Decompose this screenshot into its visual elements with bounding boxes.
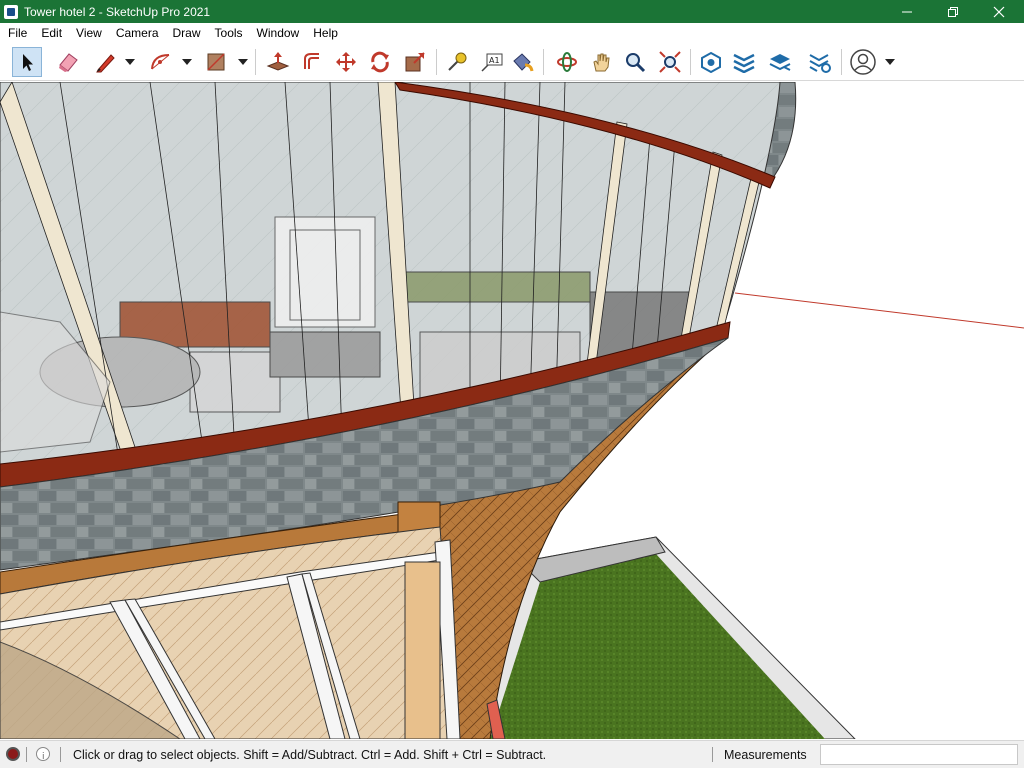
- menu-bar: File Edit View Camera Draw Tools Window …: [0, 23, 1024, 43]
- rotate-tool[interactable]: [365, 47, 395, 77]
- rectangle-tool-dropdown[interactable]: [238, 58, 248, 66]
- warehouse-button[interactable]: [696, 47, 726, 77]
- title-bar: Tower hotel 2 - SketchUp Pro 2021: [0, 0, 1024, 23]
- zoom-extents-tool[interactable]: [655, 47, 685, 77]
- menu-window[interactable]: Window: [250, 23, 307, 43]
- tape-measure-icon: [448, 52, 467, 71]
- arc-tool-dropdown[interactable]: [182, 58, 192, 66]
- paint-bucket-icon: [513, 53, 534, 72]
- account-button[interactable]: [848, 47, 878, 77]
- account-dropdown[interactable]: [885, 58, 895, 66]
- orbit-icon: [557, 52, 577, 72]
- status-hint: Click or drag to select objects. Shift =…: [73, 748, 547, 762]
- status-bar: i Click or drag to select objects. Shift…: [0, 740, 1024, 768]
- layout-button[interactable]: [765, 47, 795, 77]
- move-tool[interactable]: [331, 47, 361, 77]
- main-toolbar: A1: [0, 43, 1024, 81]
- menu-camera[interactable]: Camera: [109, 23, 166, 43]
- move-icon: [336, 52, 356, 72]
- pan-tool[interactable]: [586, 47, 616, 77]
- tape-measure-tool[interactable]: [442, 47, 472, 77]
- minimize-button[interactable]: [884, 0, 930, 23]
- window-title: Tower hotel 2 - SketchUp Pro 2021: [24, 4, 211, 19]
- info-icon[interactable]: i: [36, 747, 50, 762]
- status-divider: [60, 747, 61, 762]
- rectangle-tool[interactable]: [201, 47, 231, 77]
- caret-down-icon: [125, 59, 135, 65]
- status-divider: [26, 747, 27, 762]
- extension-manager-icon: [809, 54, 831, 73]
- rotate-icon: [371, 51, 389, 73]
- minimize-icon: [902, 11, 912, 12]
- red-axis-line: [734, 292, 1024, 329]
- extension-warehouse-icon: [733, 53, 755, 73]
- zoom-tool[interactable]: [620, 47, 650, 77]
- text-tool[interactable]: A1: [477, 47, 507, 77]
- push-pull-tool[interactable]: [263, 47, 293, 77]
- sketchup-app-icon: [4, 4, 18, 19]
- close-button[interactable]: [976, 0, 1022, 23]
- eraser-tool[interactable]: [53, 47, 83, 77]
- toolbar-separator: [841, 49, 842, 75]
- layout-icon: [769, 54, 791, 71]
- eraser-icon: [59, 53, 78, 72]
- svg-text:i: i: [42, 752, 45, 762]
- toolbar-separator: [255, 49, 256, 75]
- user-icon: [850, 49, 876, 75]
- garden-terrace: [479, 536, 856, 739]
- extension-manager-button[interactable]: [805, 47, 835, 77]
- model-scene[interactable]: [0, 82, 1024, 739]
- menu-tools[interactable]: Tools: [208, 23, 250, 43]
- hand-icon: [593, 53, 610, 72]
- arc-tool[interactable]: [146, 47, 176, 77]
- menu-file[interactable]: File: [0, 23, 34, 43]
- menu-help[interactable]: Help: [306, 23, 345, 43]
- pencil-icon: [96, 54, 115, 73]
- geo-location-icon[interactable]: [6, 747, 20, 761]
- paint-bucket-tool[interactable]: [508, 47, 538, 77]
- measurements-input[interactable]: [820, 744, 1018, 765]
- line-tool-dropdown[interactable]: [125, 58, 135, 66]
- magnifier-icon: [626, 53, 646, 73]
- offset-tool[interactable]: [297, 47, 327, 77]
- toolbar-separator: [436, 49, 437, 75]
- scale-tool[interactable]: [400, 47, 430, 77]
- arc-icon: [151, 54, 170, 70]
- arrow-icon: [23, 54, 33, 71]
- menu-draw[interactable]: Draw: [166, 23, 208, 43]
- toolbar-separator: [690, 49, 691, 75]
- model-viewport[interactable]: [0, 82, 1024, 739]
- menu-edit[interactable]: Edit: [34, 23, 69, 43]
- line-tool[interactable]: [90, 47, 120, 77]
- maximize-button[interactable]: [930, 0, 976, 23]
- select-tool[interactable]: [12, 47, 42, 77]
- menu-view[interactable]: View: [69, 23, 109, 43]
- scale-icon: [405, 52, 425, 72]
- restore-icon: [948, 6, 958, 17]
- text-icon: A1: [481, 53, 503, 72]
- status-divider: [712, 747, 713, 762]
- offset-icon: [304, 53, 319, 69]
- rectangle-icon: [207, 53, 225, 71]
- warehouse-icon: [701, 51, 721, 73]
- caret-down-icon: [182, 59, 192, 65]
- zoom-extents-icon: [659, 51, 681, 73]
- orbit-tool[interactable]: [552, 47, 582, 77]
- close-icon: [993, 6, 1005, 17]
- measurements-label: Measurements: [724, 748, 807, 762]
- extension-warehouse-button[interactable]: [729, 47, 759, 77]
- caret-down-icon: [238, 59, 248, 65]
- push-pull-icon: [266, 52, 290, 71]
- toolbar-separator: [543, 49, 544, 75]
- caret-down-icon: [885, 59, 895, 65]
- svg-text:A1: A1: [489, 56, 500, 65]
